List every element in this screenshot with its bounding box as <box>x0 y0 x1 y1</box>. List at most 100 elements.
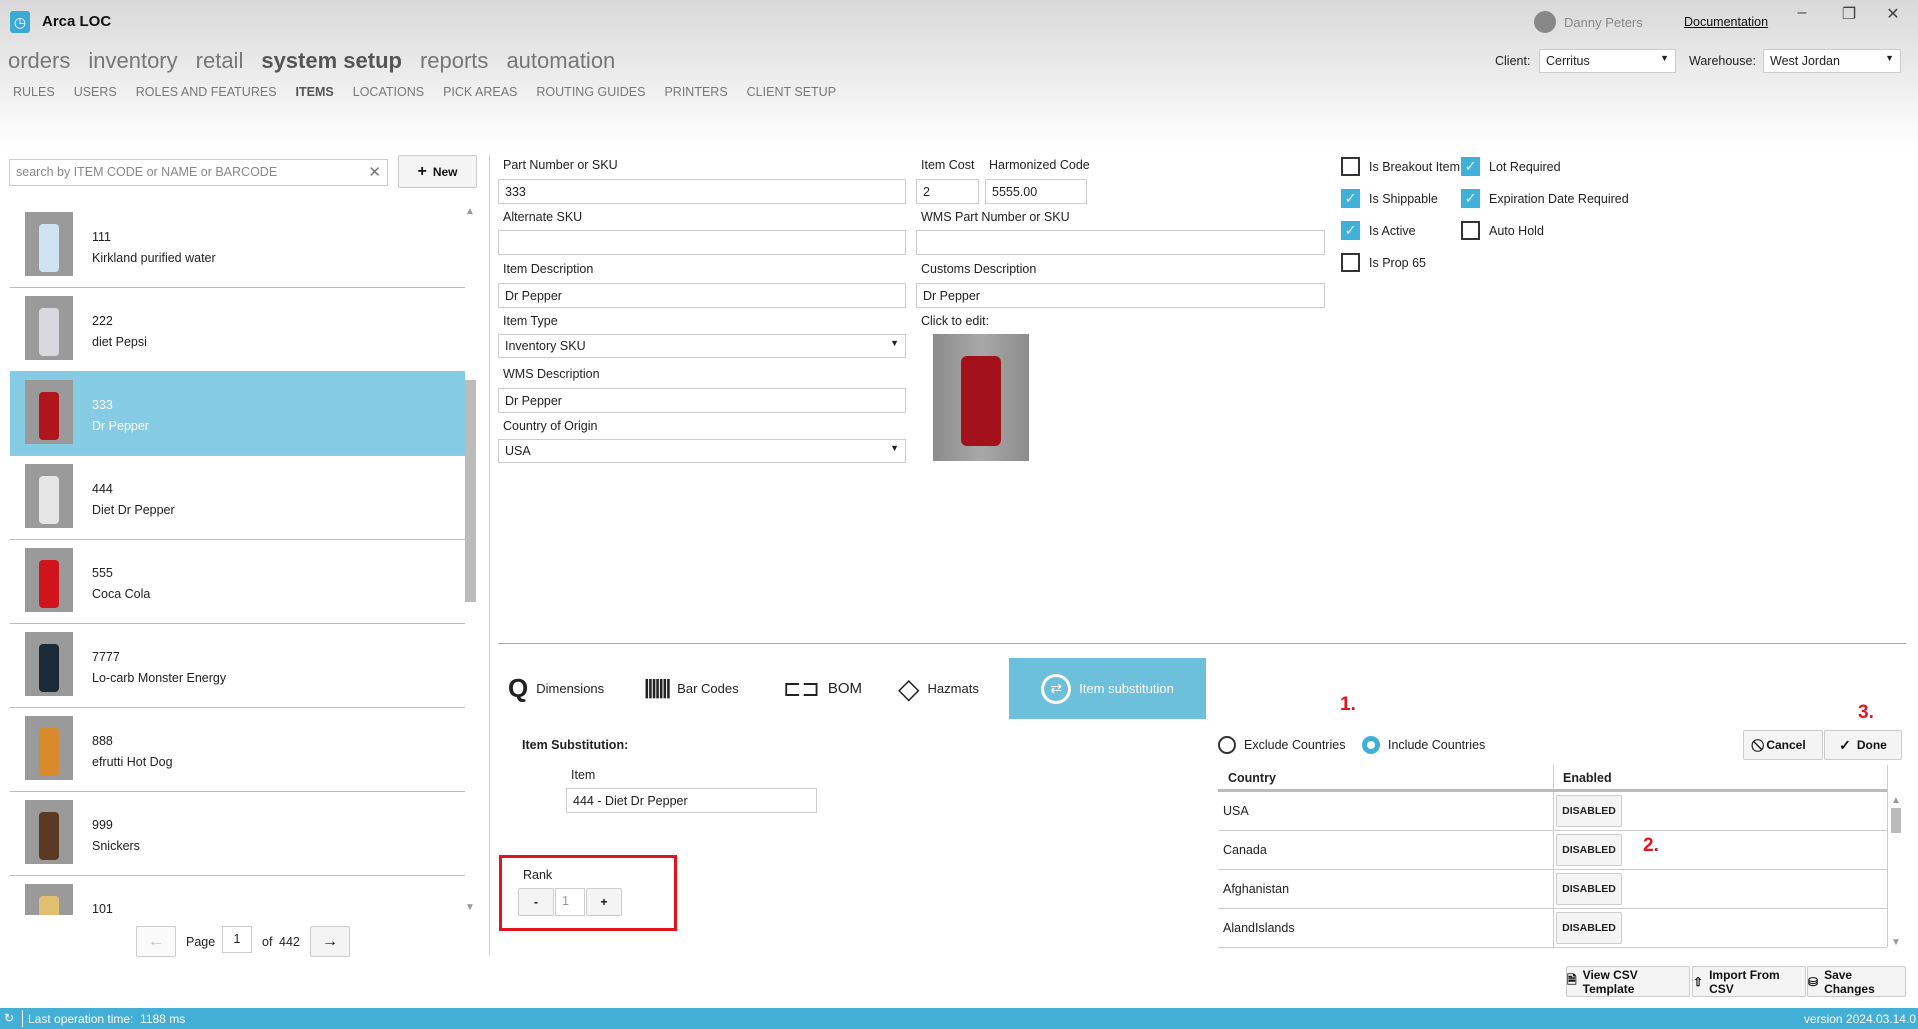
list-item[interactable]: 888 efrutti Hot Dog <box>10 708 465 792</box>
radio-label: Include Countries <box>1388 738 1486 752</box>
rank-decrement-button[interactable]: - <box>518 888 554 916</box>
new-item-button[interactable]: + New <box>398 155 477 188</box>
nav-automation[interactable]: automation <box>506 48 615 74</box>
nav-orders[interactable]: orders <box>8 48 70 74</box>
alternate-sku-label: Alternate SKU <box>503 210 583 224</box>
page-input[interactable]: 1 <box>222 926 252 953</box>
tab-label: Hazmats <box>927 681 979 696</box>
item-description-input[interactable]: Dr Pepper <box>498 283 906 308</box>
item-name: Kirkland purified water <box>92 251 216 265</box>
checkbox-label: Auto Hold <box>1489 223 1544 238</box>
cancel-button[interactable]: ⃠Cancel <box>1743 730 1823 760</box>
subnav-pick-areas[interactable]: PICK AREAS <box>443 85 517 99</box>
subnav-locations[interactable]: LOCATIONS <box>353 85 424 99</box>
documentation-link[interactable]: Documentation <box>1684 15 1768 29</box>
tab-item-substitution[interactable]: ⇄ Item substitution <box>1009 658 1206 719</box>
checkbox-box <box>1461 221 1480 240</box>
toggle-enabled-button[interactable]: DISABLED <box>1556 795 1622 827</box>
warehouse-select[interactable]: West Jordan ▼ <box>1763 49 1901 73</box>
nav-retail[interactable]: retail <box>196 48 244 74</box>
list-item[interactable]: 111 Kirkland purified water <box>10 204 465 288</box>
item-cost-input[interactable]: 2 <box>916 179 979 204</box>
checkbox-is-breakout-item[interactable]: Is Breakout Item <box>1341 157 1460 176</box>
restore-icon[interactable]: ❐ <box>1834 4 1864 24</box>
subnav-rules[interactable]: RULES <box>13 85 55 99</box>
toggle-enabled-button[interactable]: DISABLED <box>1556 912 1622 944</box>
toggle-enabled-button[interactable]: DISABLED <box>1556 873 1622 905</box>
section-divider <box>498 643 1906 644</box>
checkbox-expiration-date-required[interactable]: ✓ Expiration Date Required <box>1461 189 1629 208</box>
list-scrollbar[interactable] <box>465 380 476 602</box>
part-number-input[interactable]: 333 <box>498 179 906 204</box>
tab-bar-codes[interactable]: ||||||| Bar Codes <box>644 658 739 719</box>
scroll-down-icon[interactable]: ▼ <box>1891 937 1901 948</box>
tab-hazmats[interactable]: ◇ Hazmats <box>898 658 979 719</box>
harmonized-input[interactable]: 5555.00 <box>985 179 1087 204</box>
rank-increment-button[interactable]: + <box>586 888 622 916</box>
view-csv-template-button[interactable]: 🗎 View CSV Template <box>1566 966 1690 997</box>
substitution-item-input[interactable]: 444 - Diet Dr Pepper <box>566 788 817 813</box>
last-operation-time: Last operation time: 1188 ms <box>28 1012 186 1026</box>
scroll-up-icon[interactable]: ▲ <box>1891 795 1901 806</box>
search-input[interactable]: search by ITEM CODE or NAME or BARCODE ✕ <box>9 159 388 186</box>
customs-description-input[interactable]: Dr Pepper <box>916 283 1325 308</box>
subnav-roles[interactable]: ROLES AND FEATURES <box>136 85 277 99</box>
client-select[interactable]: Cerritus ▼ <box>1539 49 1676 73</box>
clear-icon[interactable]: ✕ <box>368 163 381 181</box>
save-changes-button[interactable]: ⛁ Save Changes <box>1807 966 1906 997</box>
refresh-icon[interactable]: ↻ <box>4 1011 14 1025</box>
tab-bom[interactable]: ⊏⊐ BOM <box>783 658 862 719</box>
country-value: USA <box>505 444 531 458</box>
list-item[interactable]: 222 diet Pepsi <box>10 288 465 372</box>
nav-system-setup[interactable]: system setup <box>261 48 402 74</box>
checkbox-is-prop-65[interactable]: Is Prop 65 <box>1341 253 1426 272</box>
of-label: of <box>262 935 273 949</box>
item-type-select[interactable]: Inventory SKU ▼ <box>498 334 906 358</box>
checkbox-lot-required[interactable]: ✓ Lot Required <box>1461 157 1561 176</box>
item-code: 555 <box>92 566 113 580</box>
done-button[interactable]: ✓ Done <box>1824 730 1902 760</box>
radio-include-countries[interactable]: Include Countries <box>1362 736 1485 754</box>
subnav-items[interactable]: ITEMS <box>296 85 334 99</box>
wms-part-input[interactable] <box>916 230 1325 255</box>
checkbox-is-shippable[interactable]: ✓ Is Shippable <box>1341 189 1438 208</box>
alternate-sku-input[interactable] <box>498 230 906 255</box>
table-scrollbar[interactable] <box>1891 808 1901 833</box>
product-image <box>39 560 59 608</box>
subnav-routing-guides[interactable]: ROUTING GUIDES <box>536 85 645 99</box>
checkbox-auto-hold[interactable]: Auto Hold <box>1461 221 1544 240</box>
new-label: New <box>432 164 458 179</box>
list-item[interactable]: 7777 Lo-carb Monster Energy <box>10 624 465 708</box>
nav-reports[interactable]: reports <box>420 48 488 74</box>
item-thumbnail <box>25 548 73 612</box>
import-csv-button[interactable]: ⇧ Import From CSV <box>1692 966 1806 997</box>
prev-page-button[interactable]: ← <box>136 926 176 957</box>
checkbox-is-active[interactable]: ✓ Is Active <box>1341 221 1416 240</box>
next-page-button[interactable]: → <box>310 926 350 957</box>
scroll-up-icon[interactable]: ▲ <box>465 206 475 217</box>
subnav-printers[interactable]: PRINTERS <box>664 85 727 99</box>
file-icon: 🗎 <box>1567 973 1577 987</box>
nav-inventory[interactable]: inventory <box>88 48 177 74</box>
country-name: Canada <box>1223 843 1267 857</box>
wms-description-input[interactable]: Dr Pepper <box>498 388 906 413</box>
item-thumbnail <box>25 800 73 864</box>
close-icon[interactable]: ✕ <box>1878 4 1908 24</box>
minimize-icon[interactable]: – <box>1787 4 1817 22</box>
item-thumbnail <box>25 464 73 528</box>
tab-dimensions[interactable]: Q Dimensions <box>508 658 604 719</box>
item-image[interactable] <box>933 334 1029 461</box>
subnav-users[interactable]: USERS <box>74 85 117 99</box>
radio-exclude-countries[interactable]: Exclude Countries <box>1218 736 1345 754</box>
list-item[interactable]: 444 Diet Dr Pepper <box>10 456 465 540</box>
subnav-client-setup[interactable]: CLIENT SETUP <box>747 85 836 99</box>
rank-input[interactable]: 1 <box>555 888 585 916</box>
user-menu[interactable]: Danny Peters <box>1534 11 1643 33</box>
list-item[interactable]: 999 Snickers <box>10 792 465 876</box>
check-icon: ✓ <box>1341 221 1360 240</box>
scroll-down-icon[interactable]: ▼ <box>465 902 475 913</box>
toggle-enabled-button[interactable]: DISABLED <box>1556 834 1622 866</box>
list-item[interactable]: 555 Coca Cola <box>10 540 465 624</box>
list-item[interactable]: 333 Dr Pepper <box>10 372 465 456</box>
country-of-origin-select[interactable]: USA ▼ <box>498 439 906 463</box>
